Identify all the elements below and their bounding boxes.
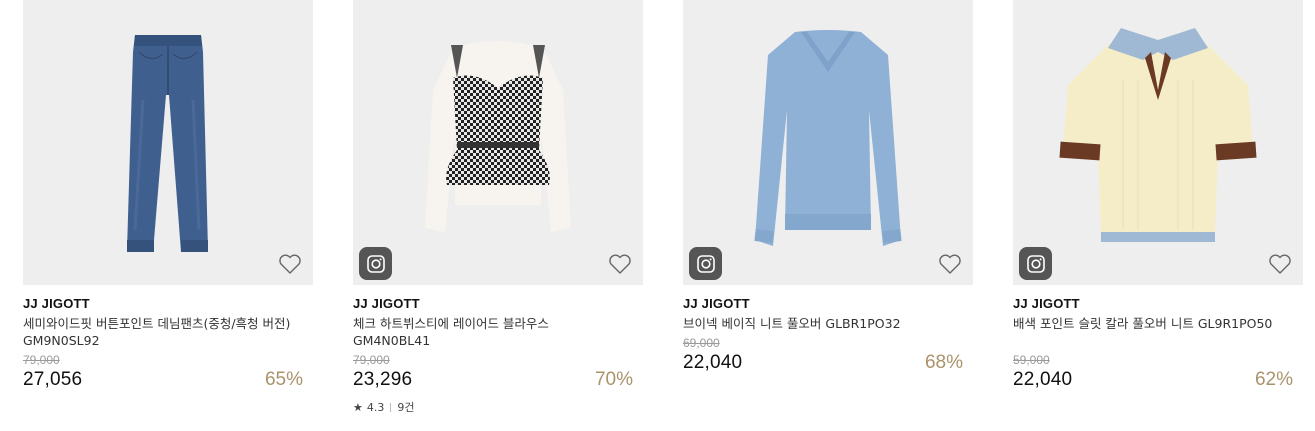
- collar-knit-pullover-image: [1059, 28, 1257, 242]
- instagram-badge[interactable]: [359, 247, 392, 280]
- product-name[interactable]: 세미와이드핏 버튼포인트 데님팬츠(중청/흑청 버전) GM9N0SL92: [23, 315, 293, 349]
- wishlist-heart-icon[interactable]: [1268, 253, 1292, 275]
- product-card[interactable]: JJ JIGOTT 세미와이드핏 버튼포인트 데님팬츠(중청/흑청 버전) GM…: [23, 0, 313, 390]
- sale-price: 23,296: [353, 369, 413, 390]
- instagram-badge[interactable]: [1019, 247, 1052, 280]
- wishlist-heart-icon[interactable]: [278, 253, 302, 275]
- brand-name[interactable]: JJ JIGOTT: [1013, 296, 1080, 311]
- original-price: 59,000: [1013, 353, 1050, 367]
- sale-price: 27,056: [23, 369, 83, 390]
- discount-rate: 62%: [1254, 369, 1293, 390]
- review-count: 9건: [397, 401, 415, 414]
- wishlist-heart-icon[interactable]: [938, 253, 962, 275]
- rating-divider: [390, 402, 392, 412]
- check-bustier-blouse-image: [425, 41, 571, 232]
- discount-rate: 65%: [264, 369, 303, 390]
- product-name[interactable]: 배색 포인트 슬릿 칼라 풀오버 니트 GL9R1PO50: [1013, 315, 1283, 332]
- product-name[interactable]: 체크 하트뷔스티에 레이어드 블라우스 GM4N0BL41: [353, 315, 623, 349]
- denim-pants-image: [127, 35, 208, 252]
- product-rating: ★ 4.3 9건: [353, 399, 415, 415]
- star-icon: ★: [353, 400, 363, 414]
- discount-rate: 70%: [594, 369, 633, 390]
- product-card[interactable]: JJ JIGOTT 브이넥 베이직 니트 풀오버 GLBR1PO32 69,00…: [683, 0, 973, 373]
- brand-name[interactable]: JJ JIGOTT: [23, 296, 90, 311]
- product-image[interactable]: [683, 0, 973, 285]
- original-price: 79,000: [353, 353, 390, 367]
- product-card[interactable]: JJ JIGOTT 체크 하트뷔스티에 레이어드 블라우스 GM4N0BL41 …: [353, 0, 643, 414]
- wishlist-heart-icon[interactable]: [608, 253, 632, 275]
- product-image[interactable]: [353, 0, 643, 285]
- brand-name[interactable]: JJ JIGOTT: [353, 296, 420, 311]
- product-card[interactable]: JJ JIGOTT 배색 포인트 슬릿 칼라 풀오버 니트 GL9R1PO50 …: [1013, 0, 1303, 390]
- instagram-icon: [366, 254, 385, 273]
- instagram-icon: [696, 254, 715, 273]
- product-image[interactable]: [1013, 0, 1303, 285]
- original-price: 79,000: [23, 353, 60, 367]
- product-name[interactable]: 브이넥 베이직 니트 풀오버 GLBR1PO32: [683, 315, 953, 332]
- instagram-badge[interactable]: [689, 247, 722, 280]
- brand-name[interactable]: JJ JIGOTT: [683, 296, 750, 311]
- original-price: 69,000: [683, 336, 720, 350]
- product-image[interactable]: [23, 0, 313, 285]
- product-grid: JJ JIGOTT 세미와이드핏 버튼포인트 데님팬츠(중청/흑청 버전) GM…: [0, 0, 1315, 431]
- sale-price: 22,040: [1013, 369, 1073, 390]
- rating-score: 4.3: [366, 400, 385, 414]
- sale-price: 22,040: [683, 352, 743, 373]
- discount-rate: 68%: [924, 352, 963, 373]
- instagram-icon: [1026, 254, 1045, 273]
- blue-vneck-knit-image: [754, 30, 902, 246]
